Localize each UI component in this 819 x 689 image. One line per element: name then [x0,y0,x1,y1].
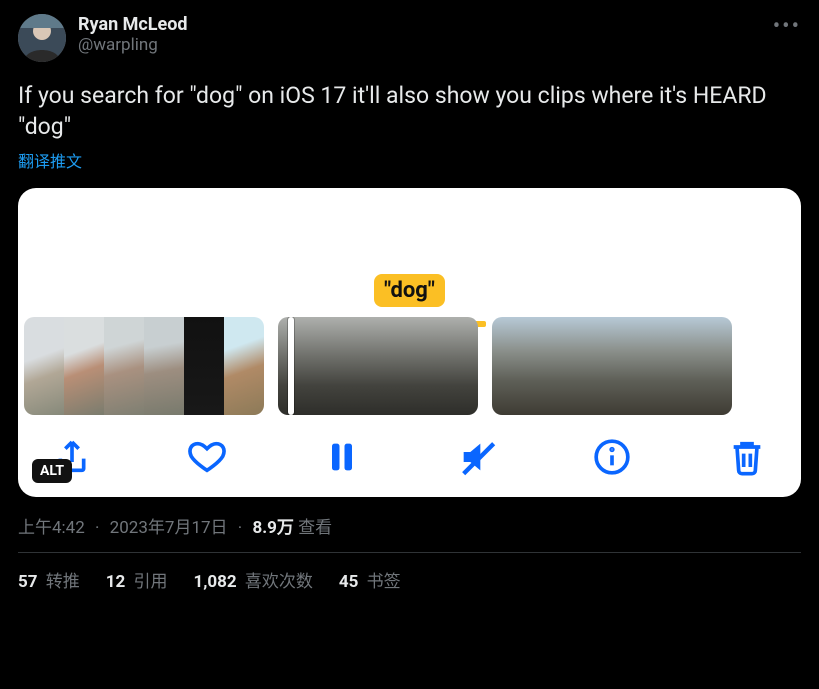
info-icon[interactable] [592,437,632,477]
quotes-stat[interactable]: 12 引用 [106,567,168,592]
views-label: 查看 [298,518,332,538]
bookmarks-count: 45 [339,572,359,592]
pause-icon[interactable] [322,437,362,477]
quotes-label: 引用 [133,572,167,592]
clip-frame[interactable] [652,317,692,415]
clip-frame[interactable] [104,317,144,415]
clip-frame[interactable] [64,317,104,415]
post-time[interactable]: 上午4:42 [18,518,85,538]
avatar-image [18,14,66,62]
media-whitespace [18,188,801,274]
clip-frame[interactable] [318,317,358,415]
display-name: Ryan McLeod [78,14,188,35]
retweets-count: 57 [18,572,38,592]
clip-group-3[interactable] [492,317,732,415]
media-card[interactable]: "dog" [18,188,801,497]
clip-frame[interactable] [572,317,612,415]
clip-frame[interactable] [24,317,64,415]
clip-frame[interactable] [398,317,438,415]
retweets-stat[interactable]: 57 转推 [18,567,80,592]
avatar[interactable] [18,14,66,62]
clip-group-2[interactable] [278,317,478,415]
clip-frame[interactable] [532,317,572,415]
stats-row: 57 转推 12 引用 1,082 喜欢次数 45 书签 [18,553,801,592]
clip-group-1[interactable] [24,317,264,415]
likes-count: 1,082 [193,572,236,592]
post-date[interactable]: 2023年7月17日 [110,518,228,538]
playhead-icon[interactable] [288,317,294,415]
mute-icon[interactable] [457,437,497,477]
clip-frame[interactable] [438,317,478,415]
heart-icon[interactable] [187,437,227,477]
likes-stat[interactable]: 1,082 喜欢次数 [193,567,312,592]
search-term-pill: "dog" [374,274,445,307]
more-button[interactable]: ••• [773,14,801,38]
media-toolbar [18,415,801,483]
views-count[interactable]: 8.9万 [252,518,293,538]
clip-frame[interactable] [184,317,224,415]
bookmarks-label: 书签 [367,572,401,592]
trash-icon[interactable] [727,437,767,477]
tweet-header: Ryan McLeod @warpling ••• [18,14,801,62]
quotes-count: 12 [106,572,126,592]
clip-frame[interactable] [612,317,652,415]
likes-label: 喜欢次数 [245,572,313,592]
clip-frame[interactable] [692,317,732,415]
clip-frame[interactable] [358,317,398,415]
clip-frame[interactable] [144,317,184,415]
alt-badge[interactable]: ALT [32,459,72,483]
search-term-row: "dog" [18,274,801,317]
clip-frame[interactable] [224,317,264,415]
clip-frame[interactable] [278,317,318,415]
bookmarks-stat[interactable]: 45 书签 [339,567,401,592]
tweet-container: Ryan McLeod @warpling ••• If you search … [0,0,819,592]
translate-link[interactable]: 翻译推文 [18,148,82,172]
tweet-text: If you search for "dog" on iOS 17 it'll … [18,80,801,142]
clip-strip[interactable] [18,317,801,415]
handle: @warpling [78,35,188,55]
meta-row: 上午4:42 · 2023年7月17日 · 8.9万 查看 [18,513,801,538]
clip-frame[interactable] [492,317,532,415]
author-block[interactable]: Ryan McLeod @warpling [78,14,188,55]
retweets-label: 转推 [46,572,80,592]
